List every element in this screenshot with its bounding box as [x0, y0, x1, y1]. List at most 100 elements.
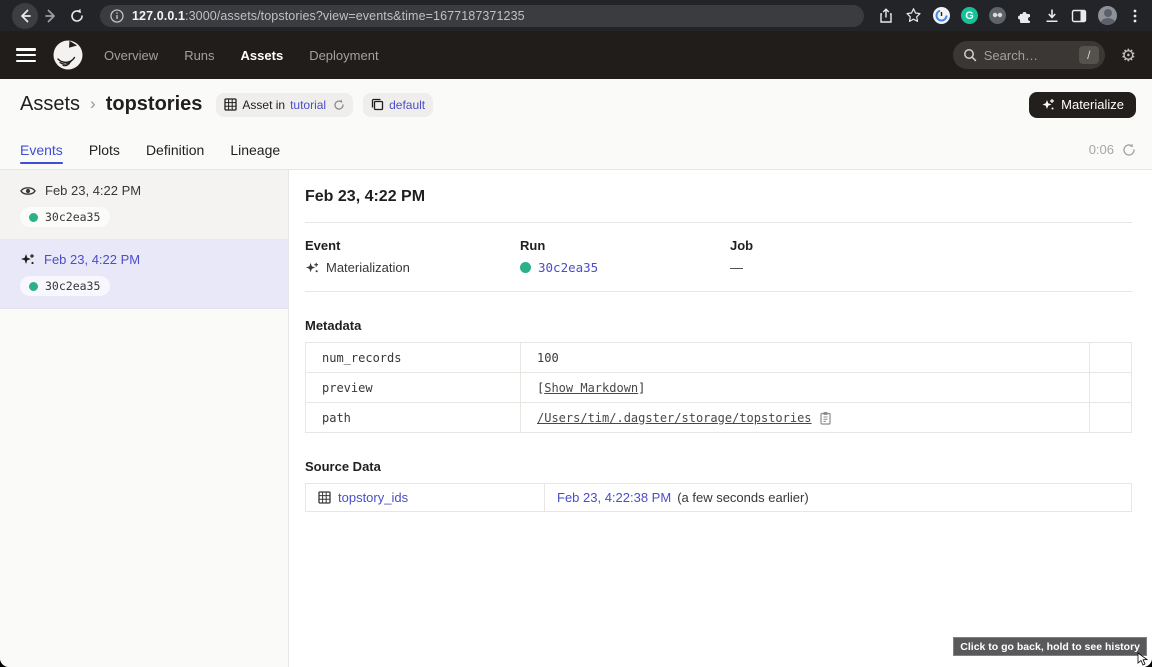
url-host: 127.0.0.1	[132, 9, 185, 23]
nav-item-assets[interactable]: Assets	[241, 48, 284, 63]
event-list-item-materialization[interactable]: Feb 23, 4:22 PM 30c2ea35	[0, 239, 288, 309]
job-column: Job —	[730, 238, 1132, 275]
nav-item-deployment[interactable]: Deployment	[309, 48, 378, 63]
nav-item-runs[interactable]: Runs	[184, 48, 214, 63]
run-id: 30c2ea35	[45, 279, 100, 293]
show-markdown-link[interactable]: Show Markdown	[544, 381, 638, 395]
url-text: 127.0.0.1:3000/assets/topstories?view=ev…	[132, 9, 525, 23]
event-summary-columns: Event Materialization Run 30c2ea35	[305, 238, 1132, 275]
clock-extension-icon[interactable]	[933, 7, 950, 24]
search-shortcut-key: /	[1079, 46, 1099, 64]
tab-plots[interactable]: Plots	[89, 130, 120, 169]
table-row: topstory_ids Feb 23, 4:22:38 PM (a few se…	[306, 484, 1132, 512]
global-search[interactable]: /	[953, 41, 1105, 69]
source-data-section-title: Source Data	[305, 459, 1132, 474]
goggles-extension-icon[interactable]	[989, 7, 1006, 24]
back-arrow-icon	[17, 8, 33, 24]
metadata-key-cell: preview	[306, 373, 521, 403]
eye-icon	[20, 185, 36, 197]
materialize-button[interactable]: Materialize	[1029, 92, 1136, 118]
asset-badges: Asset in tutorial default	[216, 93, 433, 117]
browser-actions: G	[878, 6, 1144, 25]
repo-badge-label: default	[389, 98, 425, 112]
asset-group-badge[interactable]: Asset in tutorial	[216, 93, 353, 117]
source-time-note: (a few seconds earlier)	[677, 490, 809, 505]
run-column: Run 30c2ea35	[520, 238, 730, 275]
badge-tutorial-link[interactable]: tutorial	[290, 98, 326, 112]
mouse-cursor-icon	[1137, 652, 1149, 666]
divider	[305, 222, 1132, 223]
run-status-dot	[29, 282, 38, 291]
materialization-sparkle-icon	[20, 252, 35, 267]
hamburger-menu-icon[interactable]	[16, 48, 36, 62]
browser-forward-button[interactable]	[38, 3, 64, 29]
tab-lineage[interactable]: Lineage	[230, 130, 280, 169]
badge-reload-icon[interactable]	[333, 99, 345, 111]
copy-layers-icon	[371, 98, 384, 111]
tab-definition[interactable]: Definition	[146, 130, 204, 169]
bookmark-star-icon[interactable]	[905, 7, 922, 24]
metadata-table: num_records 100 preview [Show Markdown] …	[305, 342, 1132, 433]
asset-table-icon	[224, 98, 237, 111]
search-input[interactable]	[984, 48, 1079, 63]
run-id-pill[interactable]: 30c2ea35	[20, 276, 110, 296]
repo-badge[interactable]: default	[363, 93, 433, 117]
clipboard-copy-icon[interactable]	[819, 411, 832, 425]
tab-events[interactable]: Events	[20, 130, 63, 169]
event-detail-title: Feb 23, 4:22 PM	[305, 188, 1132, 206]
forward-arrow-icon	[43, 8, 59, 24]
nav-right: / ⚙	[953, 41, 1136, 69]
app-navbar: Overview Runs Assets Deployment / ⚙	[0, 31, 1152, 79]
run-id-pill[interactable]: 30c2ea35	[20, 207, 110, 227]
run-status-dot	[520, 262, 531, 273]
reload-icon	[69, 8, 85, 24]
source-asset-cell: topstory_ids	[306, 484, 545, 512]
profile-avatar[interactable]	[1098, 6, 1117, 25]
event-time: Feb 23, 4:22 PM	[44, 252, 140, 267]
metadata-key-cell: path	[306, 403, 521, 433]
table-row: preview [Show Markdown]	[306, 373, 1132, 403]
refresh-icon[interactable]	[1122, 143, 1136, 157]
table-row: path /Users/tim/.dagster/storage/topstor…	[306, 403, 1132, 433]
run-id: 30c2ea35	[45, 210, 100, 224]
job-value: —	[730, 260, 743, 275]
site-info-icon[interactable]	[110, 9, 124, 23]
share-icon[interactable]	[878, 8, 894, 24]
nav-item-overview[interactable]: Overview	[104, 48, 158, 63]
asset-header: Assets › topstories Asset in tutorial de…	[0, 79, 1152, 130]
run-id-link[interactable]: 30c2ea35	[538, 260, 598, 275]
event-type-value: Materialization	[326, 260, 410, 275]
asset-tabs: Events Plots Definition Lineage 0:06	[0, 130, 1152, 170]
address-bar[interactable]: 127.0.0.1:3000/assets/topstories?view=ev…	[100, 5, 864, 27]
browser-back-button[interactable]	[12, 3, 38, 29]
badge-prefix-text: Asset in	[242, 98, 285, 112]
browser-toolbar: 127.0.0.1:3000/assets/topstories?view=ev…	[0, 0, 1152, 31]
metadata-value-cell: 100	[521, 343, 1090, 373]
dagster-logo[interactable]	[52, 39, 84, 71]
event-column-label: Event	[305, 238, 520, 253]
event-detail-panel: Feb 23, 4:22 PM Event Materialization Ru…	[289, 170, 1152, 667]
gear-icon[interactable]: ⚙	[1121, 47, 1136, 64]
bracket: ]	[638, 381, 645, 395]
side-panel-icon[interactable]	[1071, 8, 1087, 24]
metadata-spacer-cell	[1090, 403, 1132, 433]
metadata-value-cell: /Users/tim/.dagster/storage/topstories	[521, 403, 1090, 433]
extensions-puzzle-icon[interactable]	[1017, 8, 1033, 24]
asset-table-icon	[318, 491, 331, 504]
downloads-icon[interactable]	[1044, 8, 1060, 24]
refresh-timer: 0:06	[1089, 142, 1114, 157]
browser-reload-button[interactable]	[64, 3, 90, 29]
table-row: num_records 100	[306, 343, 1132, 373]
browser-window: 127.0.0.1:3000/assets/topstories?view=ev…	[0, 0, 1152, 667]
breadcrumb-assets-link[interactable]: Assets	[20, 93, 80, 116]
path-link[interactable]: /Users/tim/.dagster/storage/topstories	[537, 411, 812, 425]
breadcrumb: Assets › topstories	[20, 93, 202, 116]
source-asset-link[interactable]: topstory_ids	[338, 490, 408, 505]
job-column-label: Job	[730, 238, 1132, 253]
materialize-sparkle-icon	[1041, 98, 1055, 112]
event-list-item-observation[interactable]: Feb 23, 4:22 PM 30c2ea35	[0, 170, 288, 239]
browser-menu-icon[interactable]	[1128, 8, 1142, 24]
grammarly-extension-icon[interactable]: G	[961, 7, 978, 24]
run-status-dot	[29, 213, 38, 222]
source-timestamp-link[interactable]: Feb 23, 4:22:38 PM	[557, 490, 671, 505]
